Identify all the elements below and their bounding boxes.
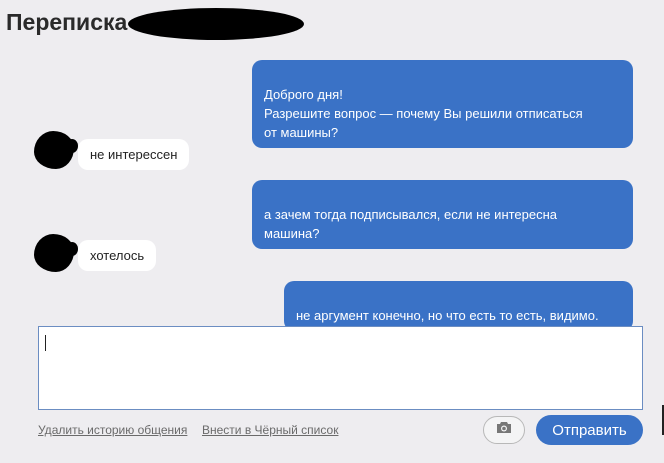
blacklist-link[interactable]: Внести в Чёрный список bbox=[202, 423, 338, 437]
delete-history-link[interactable]: Удалить историю общения bbox=[38, 423, 187, 437]
message-incoming: не интерессен bbox=[78, 139, 190, 170]
redacted-name bbox=[128, 8, 305, 40]
message-outgoing: не аргумент конечно, но что есть то есть… bbox=[284, 281, 633, 331]
message-text: а зачем тогда подписывался, если не инте… bbox=[264, 207, 558, 241]
message-text: Доброго дня! Разрешите вопрос — почему В… bbox=[264, 87, 583, 140]
message-incoming: хотелось bbox=[78, 240, 157, 271]
message-text: не интерессен bbox=[90, 147, 178, 162]
attach-photo-button[interactable] bbox=[483, 416, 525, 444]
avatar[interactable] bbox=[34, 234, 78, 272]
avatar[interactable] bbox=[34, 131, 78, 169]
send-button[interactable]: Отправить bbox=[536, 415, 643, 445]
message-outgoing: Доброго дня! Разрешите вопрос — почему В… bbox=[252, 60, 633, 148]
message-text: не аргумент конечно, но что есть то есть… bbox=[296, 308, 599, 323]
page-title: Переписка с bbox=[6, 6, 305, 40]
camera-icon bbox=[496, 421, 512, 439]
message-input[interactable] bbox=[38, 326, 643, 410]
message-outgoing: а зачем тогда подписывался, если не инте… bbox=[252, 180, 633, 249]
page-title-text: Переписка с bbox=[6, 8, 147, 35]
text-caret bbox=[45, 335, 46, 351]
message-text: хотелось bbox=[90, 248, 145, 263]
